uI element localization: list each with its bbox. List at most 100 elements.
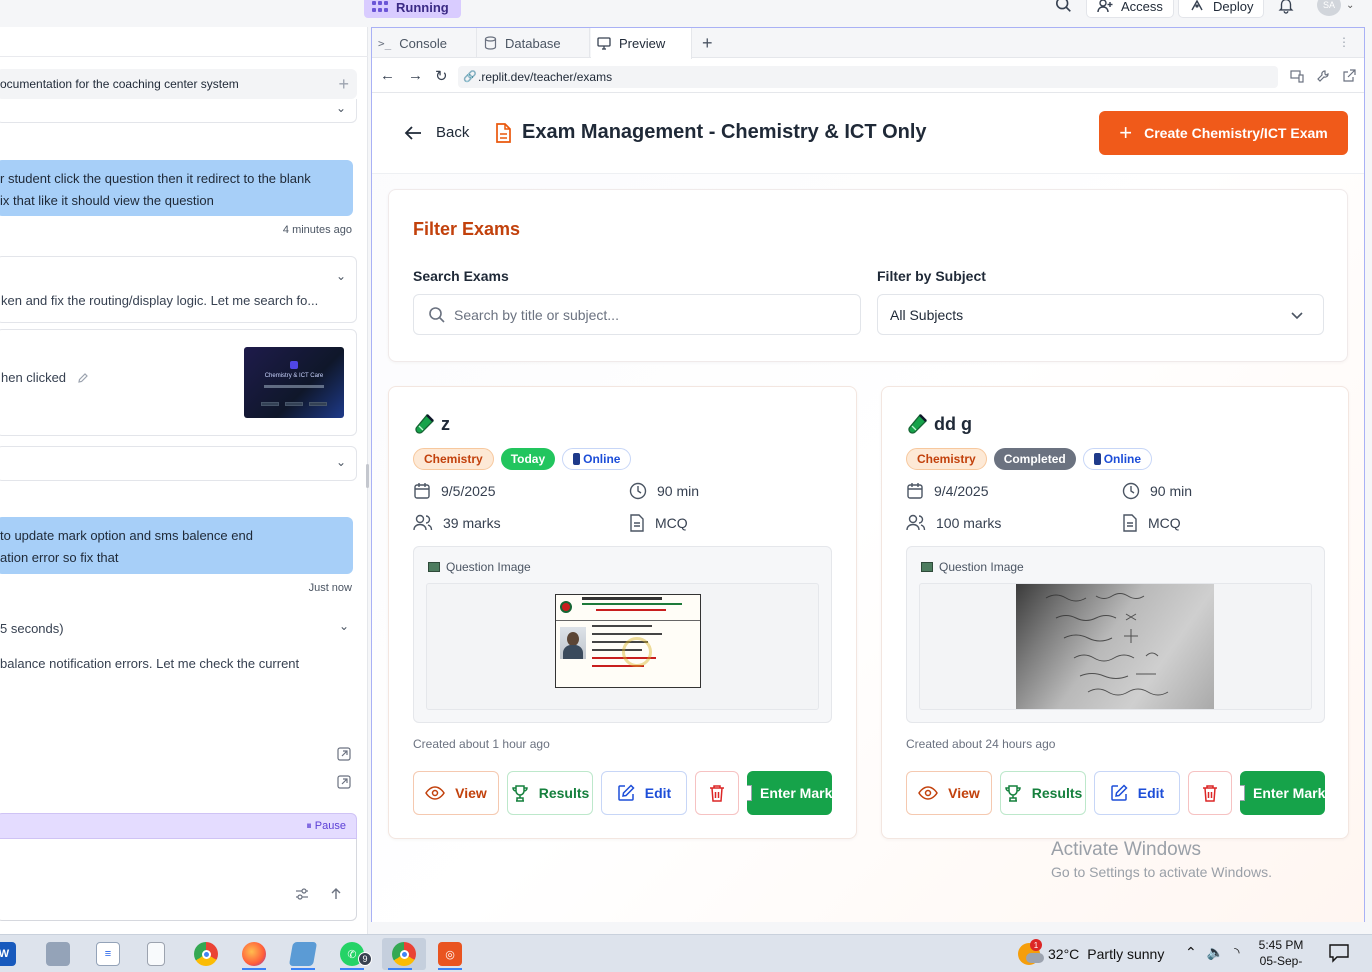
taskbar-chrome-profile[interactable]: [382, 938, 426, 970]
question-image[interactable]: [426, 583, 819, 710]
collapsed-section[interactable]: ⌄: [0, 446, 357, 481]
taskbar-file-explorer[interactable]: [40, 938, 76, 970]
worked-duration[interactable]: 5 seconds): [0, 621, 64, 636]
agent-response-text: ken and fix the routing/display logic. L…: [1, 293, 319, 308]
tab-label: Console: [399, 35, 447, 51]
devices-icon[interactable]: [1290, 69, 1304, 83]
panel-resize-handle[interactable]: [366, 464, 369, 488]
taskbar-app[interactable]: [285, 938, 321, 970]
deploy-button[interactable]: Deploy: [1178, 0, 1265, 18]
open-new-window-icon[interactable]: [1342, 69, 1356, 83]
edit-icon: [1111, 784, 1128, 801]
weather-widget[interactable]: 1 32°C Partly sunny: [1018, 939, 1164, 965]
agent-response-card[interactable]: ⌄ ken and fix the routing/display logic.…: [0, 256, 357, 323]
open-external-icon[interactable]: [337, 747, 351, 761]
exam-title: dd g: [906, 413, 972, 435]
chevron-down-icon[interactable]: ⌄: [336, 455, 346, 469]
trash-icon: [710, 785, 724, 802]
add-tab-button[interactable]: +: [702, 33, 713, 54]
exam-actions: View Results Edit Enter Mark: [413, 771, 832, 815]
forward-arrow-icon[interactable]: →: [408, 67, 423, 84]
tab-label: Preview: [619, 36, 666, 51]
search-icon[interactable]: [1055, 0, 1073, 14]
wifi-icon[interactable]: ◝: [1234, 944, 1239, 961]
add-user-icon: [1097, 0, 1113, 13]
avatar[interactable]: SA: [1317, 0, 1341, 16]
tab-bar: >_ Console Database Preview + ⋮: [372, 28, 1364, 59]
agent-status-bar: ⏸ Pause: [0, 813, 357, 839]
chat-input[interactable]: [0, 839, 357, 921]
exam-badges: Chemistry Today Online: [413, 448, 632, 470]
enter-marks-button[interactable]: Enter Mark: [747, 771, 832, 815]
more-options-icon[interactable]: ⋮: [1338, 35, 1350, 49]
edit-button[interactable]: Edit: [1094, 771, 1180, 815]
reload-icon[interactable]: ↻: [435, 67, 448, 85]
delete-button[interactable]: [695, 771, 739, 815]
enter-marks-button[interactable]: Enter Mark: [1240, 771, 1325, 815]
results-button[interactable]: Results: [507, 771, 593, 815]
wrench-icon[interactable]: [1316, 69, 1330, 83]
chevron-down-icon[interactable]: ⌄: [1346, 0, 1354, 11]
url-tools: [1290, 69, 1356, 83]
notification-icon[interactable]: [1328, 943, 1350, 963]
create-exam-button[interactable]: + Create Chemistry/ICT Exam: [1099, 111, 1348, 155]
results-button[interactable]: Results: [1000, 771, 1086, 815]
word-icon: W: [0, 942, 16, 966]
question-image[interactable]: [919, 583, 1312, 710]
chevron-down-icon[interactable]: ⌄: [339, 619, 349, 633]
send-arrow-icon[interactable]: [329, 887, 343, 901]
eye-icon: [425, 786, 446, 800]
weather-alert-badge: 1: [1030, 939, 1042, 951]
task-title: ocumentation for the coaching center sys…: [0, 77, 239, 91]
trophy-icon: [1004, 785, 1021, 802]
edit-icon[interactable]: [77, 372, 89, 384]
chevron-down-icon[interactable]: ⌄: [336, 269, 346, 283]
bell-icon[interactable]: [1277, 0, 1295, 14]
mobile-phone-icon: [1093, 453, 1101, 465]
url-input[interactable]: 🔗 .replit.dev/teacher/exams: [458, 66, 1278, 88]
speaker-icon[interactable]: 🔈: [1207, 944, 1224, 961]
agent-response-text: balance notification errors. Let me chec…: [0, 656, 300, 671]
taskbar-notes[interactable]: ≡: [90, 938, 126, 970]
delete-button[interactable]: [1188, 771, 1232, 815]
run-status-button[interactable]: Running: [364, 0, 461, 18]
message-line: ation error so fix that: [0, 550, 119, 565]
memo-icon: [747, 785, 752, 801]
subject-select[interactable]: All Subjects: [877, 294, 1324, 335]
tab-database[interactable]: Database: [478, 28, 590, 58]
collapsed-section[interactable]: ⌄: [0, 99, 357, 123]
back-arrow-icon[interactable]: ←: [380, 67, 395, 84]
chevron-down-icon[interactable]: ⌄: [336, 101, 346, 115]
taskbar-ubuntu[interactable]: ◎: [432, 938, 468, 970]
tab-console[interactable]: >_ Console: [372, 28, 477, 58]
search-input[interactable]: Search by title or subject...: [413, 294, 861, 335]
taskbar-whatsapp[interactable]: ✆ 9: [334, 938, 372, 970]
ubuntu-icon: ◎: [438, 942, 462, 966]
system-tray: ⌃ 🔈 ◝: [1185, 944, 1240, 961]
chevron-up-icon[interactable]: ⌃: [1185, 944, 1197, 961]
taskbar-firefox[interactable]: [236, 938, 272, 970]
settings-sliders-icon[interactable]: [295, 887, 309, 901]
notes-icon: ≡: [96, 942, 120, 966]
file-text-icon: [1123, 514, 1137, 532]
preview-thumbnail[interactable]: Chemistry & ICT Care: [244, 347, 344, 418]
clock-date: 05-Sep-25: [1259, 954, 1303, 972]
view-button[interactable]: View: [413, 771, 499, 815]
edit-button[interactable]: Edit: [601, 771, 687, 815]
system-clock[interactable]: 5:45 PM 05-Sep-25: [1256, 937, 1306, 972]
taskbar-document[interactable]: [138, 938, 174, 970]
task-title-bar[interactable]: ocumentation for the coaching center sys…: [0, 69, 357, 99]
view-button[interactable]: View: [906, 771, 992, 815]
back-button[interactable]: Back: [404, 124, 469, 141]
pause-button[interactable]: ⏸ Pause: [306, 820, 346, 833]
tab-preview[interactable]: Preview: [591, 28, 692, 59]
taskbar-chrome[interactable]: [188, 938, 224, 970]
edit-icon: [618, 784, 635, 801]
open-external-icon[interactable]: [337, 775, 351, 789]
access-button[interactable]: Access: [1086, 0, 1174, 18]
exam-badges: Chemistry Completed Online: [906, 448, 1153, 470]
plus-icon[interactable]: +: [338, 74, 349, 95]
taskbar-word[interactable]: W: [0, 938, 22, 970]
app-icon: [288, 942, 318, 966]
plus-icon: +: [1119, 120, 1133, 145]
